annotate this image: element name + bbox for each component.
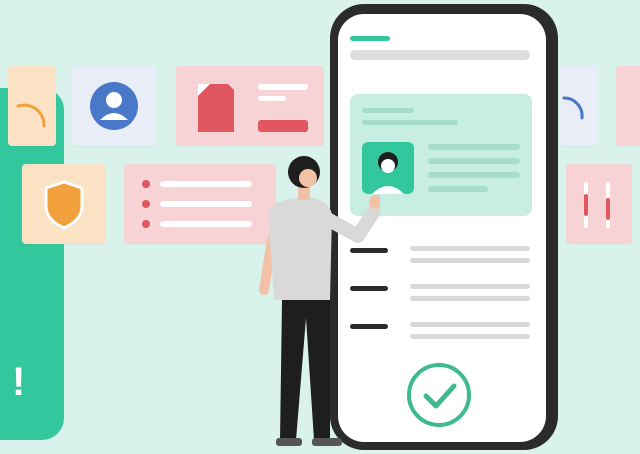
gauge-arc-icon	[16, 103, 46, 128]
shield-card	[22, 164, 106, 244]
row-line	[410, 284, 530, 289]
row-line	[410, 334, 530, 339]
avatar-card	[72, 66, 156, 146]
document-card	[176, 66, 324, 146]
profile-card-line	[428, 158, 520, 164]
person-illustration	[259, 156, 380, 446]
shield-icon	[44, 180, 84, 230]
exclamation-mark: !	[12, 360, 26, 404]
profile-card-line	[428, 172, 520, 178]
row-line	[410, 296, 530, 301]
profile-card-line	[428, 186, 488, 192]
profile-card-line	[428, 144, 520, 150]
row-line	[410, 246, 530, 251]
gauge-arc-icon	[562, 96, 584, 120]
right-gauge-card	[560, 66, 598, 146]
screen-header-bar	[350, 50, 530, 60]
profile-card-line	[362, 120, 458, 125]
row-line	[410, 322, 530, 327]
row-line	[410, 258, 530, 263]
right-edge-card	[616, 66, 640, 146]
sliders-icon	[584, 182, 610, 228]
document-icon	[198, 84, 308, 132]
person-avatar-icon	[90, 82, 138, 130]
sliders-card	[566, 164, 632, 244]
profile-card-line	[362, 108, 414, 113]
gauge-card	[8, 66, 56, 146]
screen-header-accent	[350, 36, 390, 41]
check-circle-icon[interactable]	[404, 360, 474, 430]
